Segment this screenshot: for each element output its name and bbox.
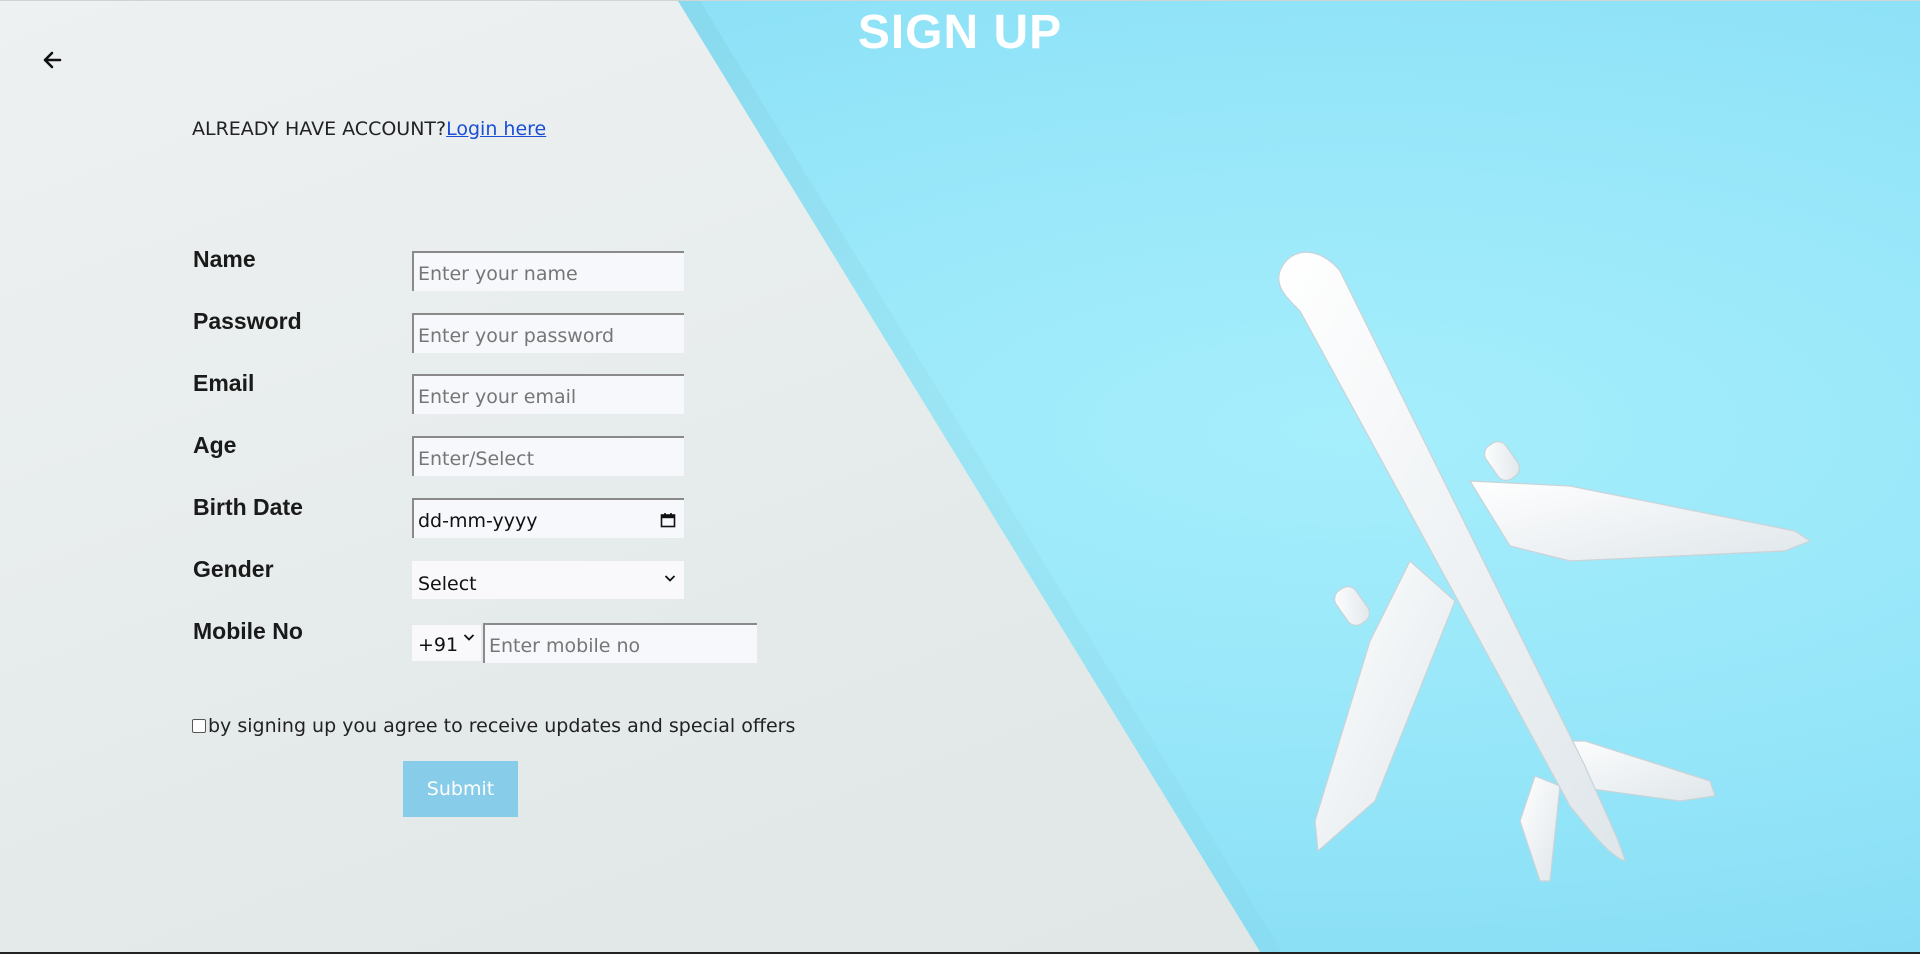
airplane-image xyxy=(1278,251,1812,882)
mobile-label: Mobile No xyxy=(193,618,303,644)
age-input[interactable] xyxy=(412,436,684,476)
submit-button[interactable]: Submit xyxy=(403,761,518,817)
calendar-icon[interactable] xyxy=(660,512,676,528)
login-link[interactable]: Login here xyxy=(446,118,546,140)
birth-date-value: dd-mm-yyyy xyxy=(418,510,538,532)
page-title-text: SIGN UP xyxy=(857,6,1063,59)
signup-page: SIGN UP ALREADY HAVE ACCOUNT?Login here … xyxy=(0,0,1920,954)
mobile-input[interactable] xyxy=(483,623,757,663)
chevron-down-icon xyxy=(463,634,475,641)
age-label: Age xyxy=(193,432,237,458)
gender-selected-value: Select xyxy=(418,573,477,595)
arrow-left-icon xyxy=(43,51,62,69)
login-prompt: ALREADY HAVE ACCOUNT?Login here xyxy=(192,118,546,140)
country-code-select[interactable]: +91 xyxy=(412,625,481,661)
name-label: Name xyxy=(193,246,256,272)
gender-label: Gender xyxy=(193,556,274,582)
password-input[interactable] xyxy=(412,313,684,353)
email-input[interactable] xyxy=(412,374,684,414)
gender-select[interactable]: Select xyxy=(412,561,684,599)
page-title: SIGN UP xyxy=(0,5,1920,60)
chevron-down-icon xyxy=(664,575,676,582)
country-code-value: +91 xyxy=(418,634,459,656)
consent-text: by signing up you agree to receive updat… xyxy=(208,715,796,737)
email-label: Email xyxy=(193,370,255,396)
login-prompt-text: ALREADY HAVE ACCOUNT? xyxy=(192,118,447,140)
consent-row: by signing up you agree to receive updat… xyxy=(192,715,795,737)
back-button[interactable] xyxy=(38,45,68,75)
name-input[interactable] xyxy=(412,251,684,291)
consent-checkbox[interactable] xyxy=(192,719,206,733)
password-label: Password xyxy=(193,308,302,334)
birth-date-label: Birth Date xyxy=(193,494,303,520)
birth-date-input[interactable]: dd-mm-yyyy xyxy=(412,498,684,538)
